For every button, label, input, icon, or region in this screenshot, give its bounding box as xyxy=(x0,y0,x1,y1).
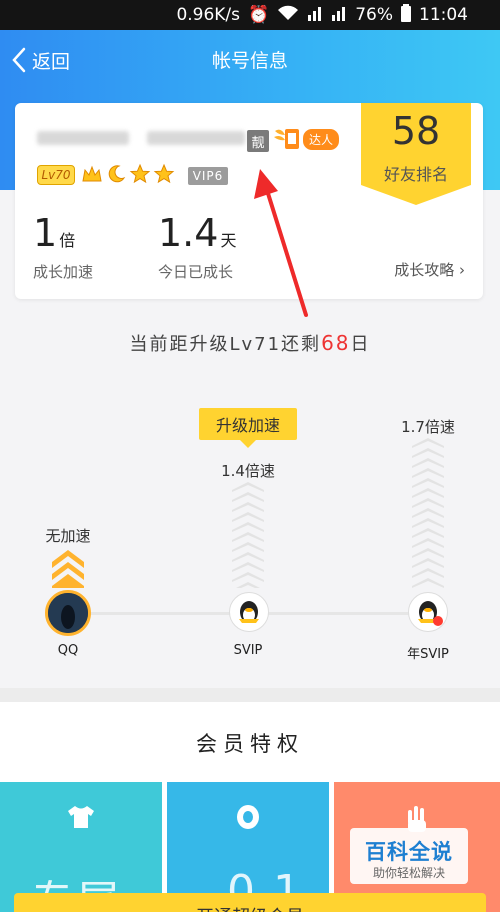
svip-speed-label: 1.4倍速 xyxy=(221,462,275,480)
penguin-year-icon xyxy=(418,601,443,626)
level-icons[interactable] xyxy=(81,163,175,185)
chevron-column-icon xyxy=(412,438,444,588)
today-growth-value: 1.4 xyxy=(158,211,219,255)
no-accel-label: 无加速 xyxy=(45,527,91,545)
friend-rank-value[interactable]: 58 xyxy=(361,109,471,153)
clock: 11:04 xyxy=(419,5,468,25)
svip-node[interactable] xyxy=(229,592,269,632)
watermark: 百科全说 助你轻松解决 xyxy=(350,828,468,884)
avatar xyxy=(48,593,88,633)
upgrade-accel-button[interactable]: 升级加速 xyxy=(199,408,297,440)
annotation-arrow xyxy=(254,169,308,317)
watermark-title: 百科全说 xyxy=(365,840,453,864)
battery-icon xyxy=(401,3,411,27)
bubble-icon xyxy=(237,805,259,829)
open-svip-button[interactable]: 开通超级会员 xyxy=(14,893,486,912)
chevron-up-icon xyxy=(52,550,84,588)
star-icon xyxy=(129,163,151,184)
growth-speed-label: 成长加速 xyxy=(33,263,94,281)
friend-rank-label: 好友排名 xyxy=(383,165,448,184)
network-speed: 0.96K/s xyxy=(176,5,241,25)
growth-speed-value: 1 xyxy=(33,211,58,255)
year-svip-speed-label: 1.7倍速 xyxy=(401,418,455,436)
growth-speed-unit: 倍 xyxy=(59,231,76,250)
upgrade-text-prefix: 当前距升级Lv71还剩 xyxy=(129,334,322,355)
accel-button-pointer xyxy=(240,440,256,448)
profile-card: 靓 达人 Lv70 VIP6 58 好友排名 1倍 成长加速 1.4 天 今日已成… xyxy=(15,103,483,299)
wifi-icon xyxy=(277,5,299,26)
growth-strategy-link[interactable]: 成长攻略 › xyxy=(394,259,465,280)
section-divider xyxy=(0,688,500,702)
privileges-title: 会员特权 xyxy=(196,732,304,756)
pretty-number-badge: 靓 xyxy=(247,130,269,152)
nav-bar: 返回 帐号信息 xyxy=(0,30,500,90)
crown-icon xyxy=(82,165,102,182)
year-svip-node-label: 年SVIP xyxy=(407,647,449,662)
chevron-column-icon xyxy=(232,482,264,588)
talent-badge[interactable]: 达人 xyxy=(273,125,340,153)
status-bar: 0.96K/s ⏰ 76% 11:04 xyxy=(0,0,500,30)
page-title: 帐号信息 xyxy=(211,50,288,72)
signal-4g-icon xyxy=(331,5,347,26)
svip-node-label: SVIP xyxy=(233,643,263,658)
level-badge[interactable]: Lv70 xyxy=(37,165,75,185)
qq-node-label: QQ xyxy=(57,643,79,658)
qq-avatar-node[interactable] xyxy=(45,590,91,636)
upgrade-days: 68 xyxy=(321,331,351,355)
year-svip-node[interactable] xyxy=(408,592,448,632)
today-growth-stat: 1.4 天 今日已成长 xyxy=(158,213,236,282)
vip-badge[interactable]: VIP6 xyxy=(188,167,228,185)
moon-icon xyxy=(108,165,126,183)
alarm-icon: ⏰ xyxy=(248,5,270,25)
penguin-icon xyxy=(239,601,259,623)
star-icon xyxy=(153,163,175,184)
today-growth-unit: 天 xyxy=(220,231,237,250)
talent-label: 达人 xyxy=(303,128,340,150)
today-growth-label: 今日已成长 xyxy=(158,263,234,281)
battery-percent: 76% xyxy=(355,5,393,25)
signal-3g-icon xyxy=(307,5,323,26)
growth-speed-stat: 1倍 成长加速 xyxy=(33,213,93,282)
upgrade-text-suffix: 日 xyxy=(350,334,371,355)
blurred-nickname xyxy=(37,131,245,147)
shirt-icon xyxy=(68,806,94,828)
upgrade-remaining-text: 当前距升级Lv71还剩68日 xyxy=(0,330,500,356)
watermark-subtitle: 助你轻松解决 xyxy=(372,866,445,880)
